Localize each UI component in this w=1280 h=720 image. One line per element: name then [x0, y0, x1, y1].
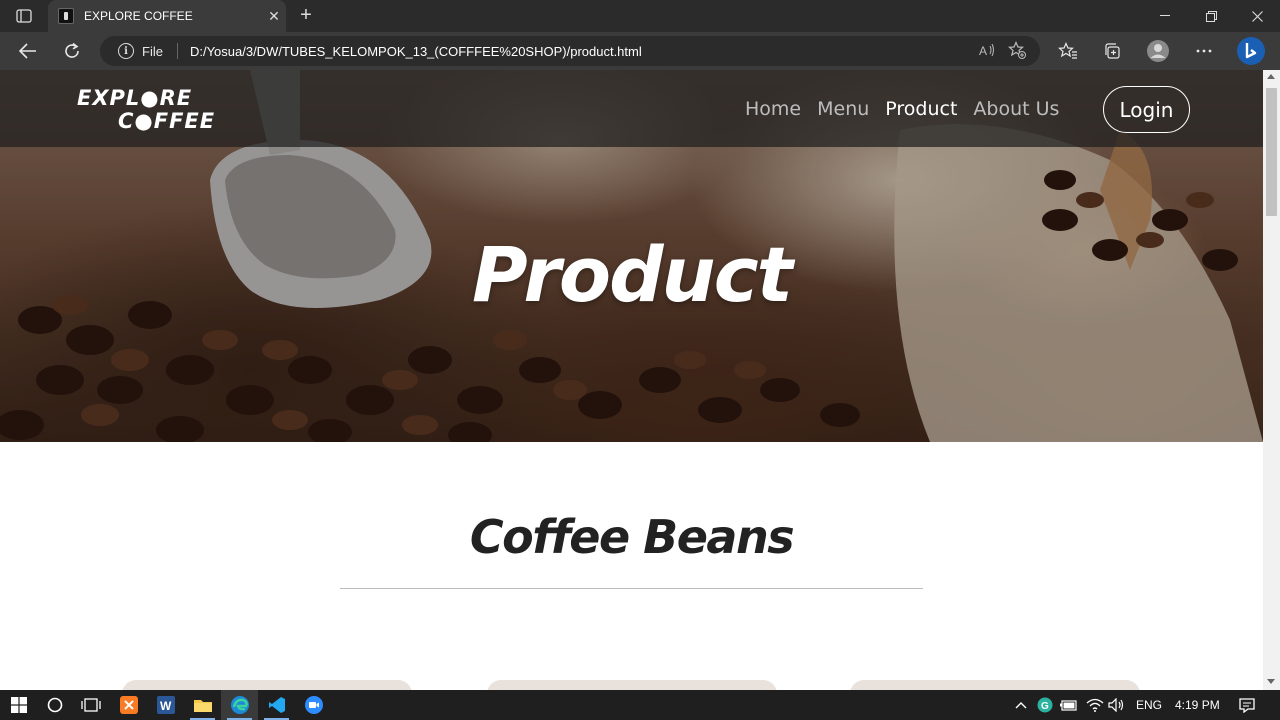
site-navbar: EXPL●RE C●FFEE Home Menu Product About U…	[0, 70, 1263, 147]
address-scheme-label: File	[142, 43, 163, 59]
section-title: Coffee Beans	[469, 510, 795, 564]
product-card[interactable]	[487, 680, 777, 690]
vscode-icon[interactable]	[258, 690, 295, 720]
start-icon[interactable]	[0, 690, 37, 720]
section-divider	[340, 588, 923, 589]
edge-icon[interactable]	[221, 690, 258, 720]
more-icon[interactable]	[1190, 37, 1218, 65]
read-aloud-icon[interactable]: A	[972, 43, 1002, 60]
nav-home-link[interactable]: Home	[745, 98, 801, 120]
new-tab-button[interactable]: +	[294, 4, 318, 28]
language-indicator[interactable]: ENG	[1136, 698, 1162, 712]
logo-text-bottom: C●FFEE	[118, 109, 216, 133]
page-scrollbar[interactable]	[1263, 70, 1280, 690]
restore-icon[interactable]	[1188, 0, 1234, 32]
profile-icon[interactable]	[1144, 37, 1172, 65]
task-view-icon[interactable]	[72, 690, 109, 720]
scroll-down-icon[interactable]	[1267, 679, 1275, 684]
bing-icon[interactable]	[1236, 36, 1266, 66]
info-icon[interactable]: i	[118, 43, 134, 59]
browser-titlebar: EXPLORE COFFEE ✕ +	[0, 0, 1280, 32]
browser-toolbar: i File D:/Yosua/3/DW/TUBES_KELOMPOK_13_(…	[0, 32, 1280, 70]
close-tab-icon[interactable]: ✕	[262, 8, 286, 25]
volume-icon[interactable]	[1102, 690, 1132, 720]
collections-icon[interactable]	[1098, 37, 1126, 65]
scroll-thumb[interactable]	[1266, 88, 1277, 216]
nav-menu-link[interactable]: Menu	[817, 98, 869, 120]
logo-text-top: EXPL●RE	[77, 86, 193, 110]
product-card[interactable]	[850, 680, 1140, 690]
address-divider	[176, 43, 178, 59]
hero-title: Product	[472, 230, 793, 319]
windows-taskbar: W G ENG 4:19 PM	[0, 690, 1280, 720]
search-icon[interactable]	[36, 690, 73, 720]
nav-about-link[interactable]: About Us	[973, 98, 1059, 120]
svg-text:A: A	[979, 44, 987, 57]
browser-tab-active[interactable]: EXPLORE COFFEE ✕	[48, 0, 286, 32]
tab-actions-icon[interactable]	[10, 6, 38, 26]
clock-time[interactable]: 4:19 PM	[1175, 698, 1220, 712]
site-nav: Home Menu Product About Us	[745, 98, 1059, 120]
address-bar[interactable]: i File D:/Yosua/3/DW/TUBES_KELOMPOK_13_(…	[100, 36, 1040, 66]
file-explorer-icon[interactable]	[184, 690, 221, 720]
favorites-icon[interactable]	[1054, 37, 1082, 65]
notification-icon[interactable]	[1230, 690, 1264, 720]
svg-text:G: G	[1041, 701, 1049, 712]
back-icon[interactable]	[14, 37, 42, 65]
minimize-icon[interactable]	[1142, 0, 1188, 32]
word-icon[interactable]: W	[147, 690, 184, 720]
site-logo[interactable]: EXPL●RE C●FFEE	[77, 86, 217, 134]
nav-product-link[interactable]: Product	[885, 98, 957, 120]
hero-banner: EXPL●RE C●FFEE Home Menu Product About U…	[0, 70, 1263, 442]
refresh-icon[interactable]	[58, 37, 86, 65]
web-page: EXPL●RE C●FFEE Home Menu Product About U…	[0, 70, 1263, 690]
scroll-up-icon[interactable]	[1267, 74, 1275, 79]
xampp-icon[interactable]	[110, 690, 147, 720]
zoom-icon[interactable]	[295, 690, 332, 720]
svg-text:W: W	[160, 699, 172, 713]
tab-title: EXPLORE COFFEE	[84, 9, 193, 23]
url-text[interactable]: D:/Yosua/3/DW/TUBES_KELOMPOK_13_(COFFFEE…	[190, 44, 972, 59]
add-favorite-icon[interactable]	[1002, 40, 1032, 62]
product-card[interactable]	[122, 680, 412, 690]
login-button[interactable]: Login	[1103, 86, 1190, 133]
coffee-favicon-icon	[58, 8, 74, 24]
close-window-icon[interactable]	[1234, 0, 1280, 32]
